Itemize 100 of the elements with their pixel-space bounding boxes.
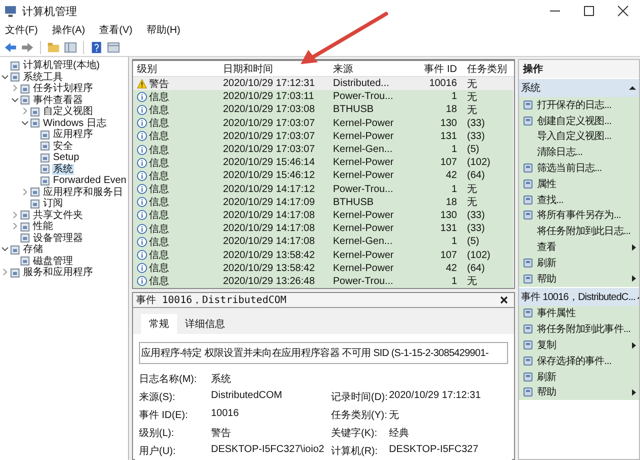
tree-item[interactable]: 共享文件夹	[32, 210, 84, 220]
tab[interactable]: 常规	[141, 314, 177, 334]
expander-icon[interactable]	[21, 118, 29, 126]
column-header[interactable]: 日期和时间	[219, 62, 329, 76]
event-row[interactable]: 信息 2020/10/29 14:17:12 Power-Trou... 1 无	[133, 182, 513, 196]
event-row[interactable]: 信息 2020/10/29 17:03:07 Kernel-Power 130 (33)	[133, 116, 513, 130]
category-cell-text: 无	[466, 78, 478, 91]
field-label: 用户(U):	[139, 444, 177, 458]
event-row[interactable]: 信息 2020/10/29 14:17:08 Kernel-Gen... 1 (5)	[133, 235, 513, 248]
column-header[interactable]: 级别	[133, 62, 219, 76]
event-id-cell-text: 107	[439, 250, 458, 261]
pane-title: 操作	[519, 60, 639, 78]
tree-item[interactable]: 应用程序和服务日	[42, 186, 124, 198]
info-icon	[137, 197, 147, 208]
source-cell-text: Kernel-Power	[332, 130, 395, 142]
category-cell-text: (102)	[466, 250, 492, 261]
source-cell-text: Kernel-Gen...	[332, 144, 394, 156]
menu-item[interactable]: 查看(V)	[99, 23, 132, 37]
tab[interactable]: 详细信息	[177, 314, 233, 334]
event-row[interactable]: 信息 2020/10/29 17:03:08 BTHUSB 18 无	[133, 103, 513, 117]
event-id-cell-text: 1	[450, 184, 458, 195]
menu-item[interactable]: 文件(F)	[5, 23, 38, 37]
field-value: 2020/10/29 17:12:31	[389, 390, 482, 403]
event-id-cell-text: 42	[444, 170, 458, 182]
help-icon[interactable]	[90, 40, 103, 54]
event-row[interactable]: 信息 2020/10/29 15:46:12 Kernel-Power 42 (64)	[133, 169, 513, 182]
event-row[interactable]: 信息 2020/10/29 17:03:07 Kernel-Gen... 1 (5)	[133, 142, 513, 156]
tree-item[interactable]: 自定义视图	[42, 106, 94, 117]
tree-item[interactable]: 性能	[32, 221, 54, 232]
menu-item[interactable]: 帮助(H)	[146, 23, 180, 37]
level-text: 信息	[149, 130, 169, 144]
time-cell-text: 2020/10/29 14:17:08	[222, 236, 316, 248]
column-header[interactable]: 来源	[329, 62, 405, 76]
panel-icon[interactable]	[64, 40, 77, 54]
source-cell-text: Kernel-Power	[332, 210, 395, 221]
tree-item[interactable]: 服务和应用程序	[22, 267, 94, 278]
tree-item[interactable]: 计算机管理(本地)	[22, 60, 101, 71]
action-icon	[523, 194, 533, 205]
tree-item[interactable]: Forwarded Even	[52, 175, 128, 186]
section-header[interactable]: 系统	[519, 79, 639, 97]
action-icon	[523, 210, 533, 220]
tree-item[interactable]: 磁盘管理	[32, 256, 74, 266]
category-cell-text: (102)	[466, 157, 492, 168]
node-icon	[20, 222, 30, 232]
scrollbar[interactable]	[513, 77, 514, 288]
description-box: 应用程序-特定 权限设置并未向在应用程序容器 不可用 SID (S-1-15-2-3085429901-	[139, 342, 508, 364]
tree-item[interactable]: 事件查看器	[32, 94, 84, 106]
field-value: 系统	[211, 372, 232, 386]
tree-item[interactable]: 系统工具	[22, 72, 64, 82]
submenu-arrow-icon	[632, 342, 636, 349]
source-cell-text: Kernel-Gen...	[332, 236, 394, 248]
window-title: 计算机管理	[22, 4, 77, 18]
event-id-cell-text: 10016	[428, 78, 458, 90]
level-text: 信息	[149, 274, 169, 288]
expander-icon[interactable]	[11, 96, 19, 104]
event-row[interactable]: 信息 2020/10/29 15:46:14 Kernel-Power 107 (102)	[133, 156, 513, 170]
forward-icon[interactable]	[21, 40, 34, 54]
submenu-arrow-icon	[632, 275, 636, 282]
collapse-icon	[629, 85, 636, 91]
event-row[interactable]: 信息 2020/10/29 17:03:11 Power-Trou... 1 无	[133, 90, 513, 104]
node-icon	[30, 106, 40, 116]
time-cell-text: 2020/10/29 13:58:42	[222, 262, 316, 274]
tree-item[interactable]: 安全	[52, 140, 74, 152]
event-row[interactable]: 信息 2020/10/29 13:58:42 Kernel-Power 42 (64)	[133, 262, 513, 275]
details-title: 事件 10016，DistributedCOM	[136, 294, 286, 307]
tree-item[interactable]: 设备管理器	[32, 232, 84, 244]
column-header[interactable]: 任务类别	[463, 62, 513, 76]
field-value: DESKTOP-I5FC327	[389, 444, 480, 457]
action-icon	[523, 163, 533, 174]
tree-item[interactable]: 订阅	[42, 198, 64, 209]
tree-item[interactable]: Setup	[52, 152, 80, 163]
event-row[interactable]: 信息 2020/10/29 14:17:09 BTHUSB 18 无	[133, 196, 513, 209]
time-cell-text: 2020/10/29 17:12:31	[222, 78, 316, 90]
tree-item[interactable]: 任务计划程序	[32, 83, 94, 94]
time-cell-text: 2020/10/29 14:17:12	[222, 184, 316, 195]
node-icon	[20, 233, 30, 243]
event-id-cell-text: 1	[450, 91, 458, 102]
event-row[interactable]: 信息 2020/10/29 13:26:48 Power-Trou... 1 无	[133, 274, 513, 288]
time-cell-text: 2020/10/29 14:17:08	[222, 210, 316, 221]
column-header[interactable]: 事件 ID	[405, 62, 463, 76]
back-icon[interactable]	[4, 40, 17, 54]
tree-item[interactable]: 存储	[22, 244, 44, 255]
event-id-cell-text: 131	[439, 223, 458, 234]
tree-item[interactable]: 系统	[52, 164, 74, 174]
expander-icon[interactable]	[1, 72, 9, 80]
panel-icon[interactable]	[107, 40, 120, 54]
menu-item[interactable]: 操作(A)	[52, 23, 86, 37]
tree-item[interactable]: Windows 日志	[42, 118, 108, 128]
action-icon	[523, 387, 533, 398]
close-icon[interactable]	[500, 296, 508, 304]
event-row[interactable]: 信息 2020/10/29 14:17:08 Kernel-Power 130 (33)	[133, 208, 513, 222]
folder-icon[interactable]	[47, 40, 60, 54]
level-text: 信息	[149, 222, 169, 236]
tree-item[interactable]: 应用程序	[52, 129, 94, 140]
event-row[interactable]: 信息 2020/10/29 13:58:42 Kernel-Power 107 (102)	[133, 248, 513, 262]
event-row[interactable]: 警告 2020/10/29 17:12:31 Distributed... 10016 无	[133, 77, 513, 90]
section-header[interactable]: 事件 10016，DistributedC...	[519, 288, 639, 306]
event-row[interactable]: 信息 2020/10/29 17:03:07 Kernel-Power 131 (33)	[133, 130, 513, 143]
event-row[interactable]: 信息 2020/10/29 14:17:08 Kernel-Power 131 (33)	[133, 222, 513, 236]
expander-icon[interactable]	[1, 245, 9, 253]
